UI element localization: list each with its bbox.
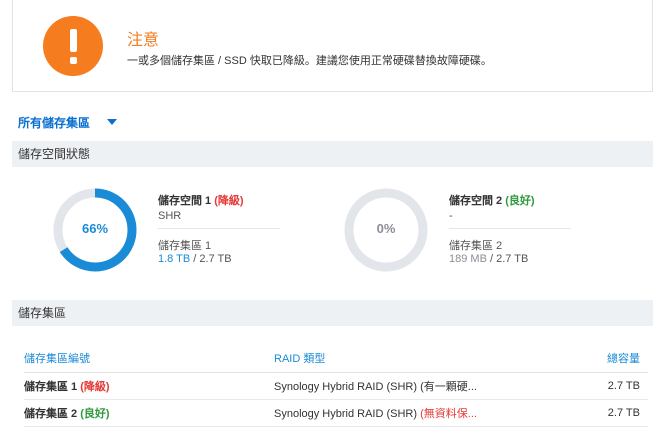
raid-type-cell: Synology Hybrid RAID (SHR) (無資料保... — [274, 399, 544, 427]
table-row[interactable]: 儲存集區 1 (降級) Synology Hybrid RAID (SHR) (… — [24, 372, 648, 400]
storage-pool-table: 儲存集區編號 RAID 類型 總容量 儲存集區 1 (降級) Synology … — [24, 344, 648, 427]
capacity-cell: 2.7 TB — [544, 372, 648, 400]
volume-1-title: 儲存空間 1 (降級) — [158, 195, 244, 207]
volume-2-type: - — [449, 210, 453, 222]
table-header-row: 儲存集區編號 RAID 類型 總容量 — [24, 344, 648, 373]
pool-filter-dropdown[interactable]: 所有儲存集區 — [18, 114, 90, 131]
capacity-cell: 2.7 TB — [544, 399, 648, 427]
divider — [158, 228, 280, 229]
divider — [449, 228, 571, 229]
table-row[interactable]: 儲存集區 2 (良好) Synology Hybrid RAID (SHR) (… — [24, 399, 648, 427]
column-header-pool-name[interactable]: 儲存集區編號 — [24, 344, 274, 373]
volume-2-pool: 儲存集區 2 — [449, 240, 503, 252]
section-header-storage-status: 儲存空間狀態 — [12, 141, 653, 167]
raid-type-cell: Synology Hybrid RAID (SHR) (有一顆硬... — [274, 372, 544, 400]
volume-1-type: SHR — [158, 210, 182, 222]
caret-down-icon[interactable] — [107, 119, 117, 125]
volume-1-pool: 儲存集區 1 — [158, 240, 212, 252]
alert-title: 注意 — [127, 32, 160, 49]
column-header-capacity[interactable]: 總容量 — [544, 344, 648, 373]
usage-percent-volume-2: 0% — [376, 221, 396, 236]
pool-name-cell: 儲存集區 2 (良好) — [24, 399, 274, 427]
volume-2-title: 儲存空間 2 (良好) — [449, 195, 535, 207]
usage-percent-volume-1: 66% — [81, 221, 109, 236]
column-header-raid-type[interactable]: RAID 類型 — [274, 344, 544, 373]
volume-2-capacity: 189 MB / 2.7 TB — [449, 253, 529, 265]
section-header-storage-pools: 儲存集區 — [12, 300, 653, 326]
alert-panel: 注意 一或多個儲存集區 / SSD 快取已降級。建議您使用正常硬碟替換故障硬碟。 — [12, 0, 653, 92]
pool-name-cell: 儲存集區 1 (降級) — [24, 372, 274, 400]
alert-message: 一或多個儲存集區 / SSD 快取已降級。建議您使用正常硬碟替換故障硬碟。 — [127, 55, 492, 67]
exclamation-icon — [43, 16, 103, 76]
volume-1-capacity: 1.8 TB / 2.7 TB — [158, 253, 232, 265]
